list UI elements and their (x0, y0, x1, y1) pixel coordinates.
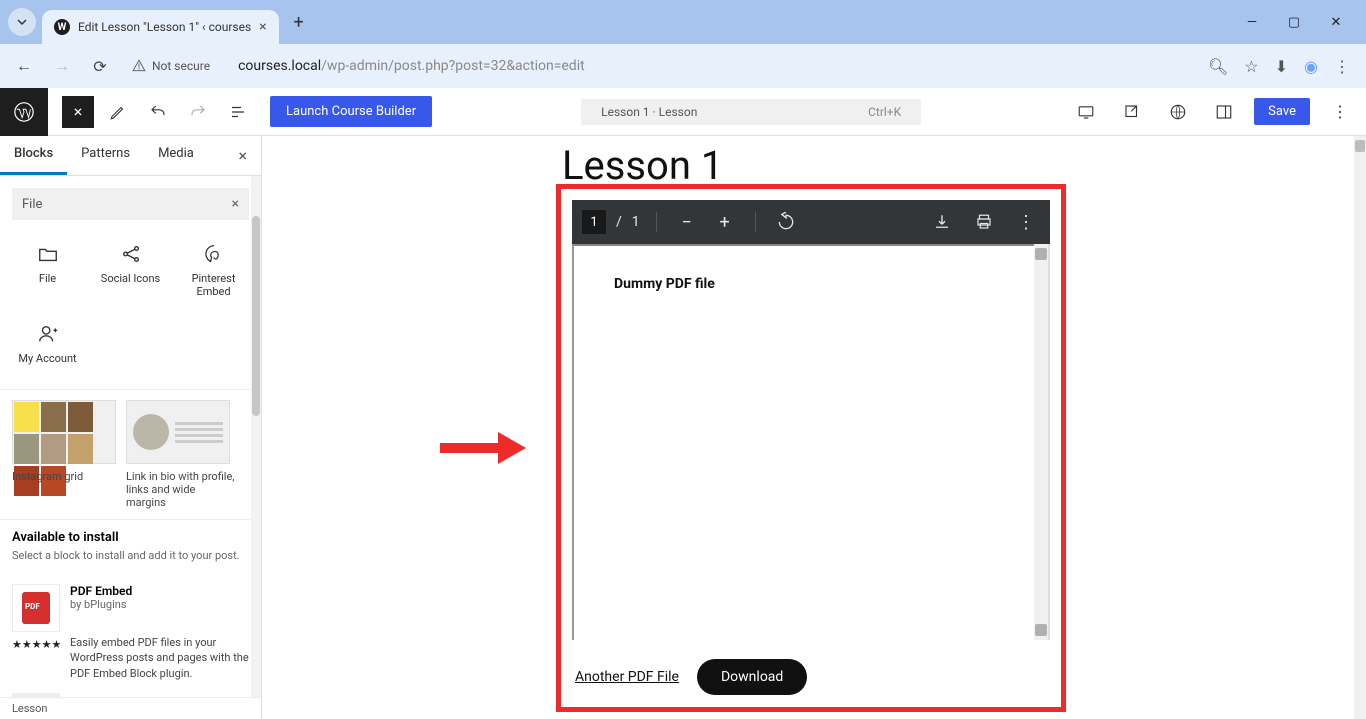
canvas-scrollbar[interactable] (1354, 136, 1366, 719)
document-overview-icon[interactable] (222, 96, 254, 128)
pattern-thumbnail (126, 400, 230, 464)
zoom-in-icon[interactable]: + (711, 208, 739, 236)
search-text: File (22, 197, 42, 212)
browser-tab-strip: W Edit Lesson "Lesson 1" ‹ courses × + —… (0, 0, 1366, 44)
wordpress-logo[interactable] (0, 88, 48, 136)
folder-icon (36, 242, 60, 266)
block-inserter-panel: Blocks Patterns Media × File × File Soci… (0, 136, 262, 719)
pattern-thumbnail (12, 400, 116, 464)
block-my-account[interactable]: My Account (8, 312, 87, 375)
editor-canvas[interactable]: Lesson 1 / 1 − + (262, 136, 1366, 719)
pdf-icon (12, 584, 60, 632)
minimize-icon[interactable]: — (1240, 15, 1264, 30)
close-panel-icon[interactable]: × (224, 136, 261, 175)
toggle-inserter-button[interactable]: × (62, 96, 94, 128)
plugin-pdf-embed[interactable]: PDF Embed by bPlugins (0, 572, 261, 638)
block-file[interactable]: File (8, 232, 87, 308)
share-icon (119, 242, 143, 266)
pdf-total-pages: 1 (632, 214, 640, 230)
post-title[interactable]: Lesson 1 (562, 142, 723, 189)
available-heading: Available to install (12, 530, 249, 545)
security-label: Not secure (152, 59, 210, 73)
pinterest-icon (202, 242, 226, 266)
pdf-toolbar: / 1 − + (572, 200, 1050, 244)
block-pinterest-embed[interactable]: Pinterest Embed (174, 232, 253, 308)
inserter-scrollbar[interactable] (251, 176, 261, 697)
download-button[interactable]: Download (697, 659, 807, 695)
plugin-author: by bPlugins (70, 598, 132, 611)
page-separator: / (616, 214, 622, 230)
plugin-thumbnail (12, 693, 60, 697)
warning-icon (132, 59, 146, 73)
keyboard-shortcut: Ctrl+K (868, 105, 901, 119)
tabs-dropdown-button[interactable] (8, 8, 36, 36)
url-input[interactable]: courses.local/wp-admin/post.php?post=32&… (228, 52, 1198, 80)
tab-blocks[interactable]: Blocks (0, 136, 67, 175)
plugin-name: PDF Embed (70, 584, 132, 598)
pattern-instagram-grid[interactable]: Instagram grid (12, 400, 116, 509)
close-tab-icon[interactable]: × (259, 19, 266, 35)
downloads-icon[interactable]: ⬇ (1275, 57, 1288, 76)
document-title-text: Lesson 1 · Lesson (601, 105, 697, 119)
pdf-page-content: Dummy PDF file (574, 244, 1034, 640)
reload-button[interactable]: ⟳ (86, 52, 114, 80)
launch-course-builder-button[interactable]: Launch Course Builder (270, 96, 432, 127)
maximize-icon[interactable]: ▢ (1282, 15, 1306, 30)
plugin-simple-blog-card[interactable]: Simple Blog Card (0, 689, 261, 697)
file-block-selection[interactable]: / 1 − + (556, 184, 1066, 712)
browser-menu-icon[interactable]: ⋮ (1334, 57, 1350, 76)
available-subtext: Select a block to install and add it to … (12, 549, 249, 562)
browser-tab[interactable]: W Edit Lesson "Lesson 1" ‹ courses × (42, 10, 279, 44)
rotate-icon[interactable] (772, 208, 800, 236)
tab-media[interactable]: Media (144, 136, 208, 175)
forward-button[interactable]: → (48, 52, 76, 80)
account-icon (36, 322, 60, 346)
pattern-link-in-bio[interactable]: Link in bio with profile, links and wide… (126, 400, 236, 509)
globe-icon[interactable] (1162, 96, 1194, 128)
bookmark-icon[interactable]: ☆ (1244, 57, 1258, 76)
preview-icon[interactable] (1116, 96, 1148, 128)
block-search-input[interactable]: File × (12, 188, 249, 220)
print-icon[interactable] (970, 208, 998, 236)
sidebar-toggle-icon[interactable] (1208, 96, 1240, 128)
editor-toolbar: × Launch Course Builder Lesson 1 · Lesso… (0, 88, 1366, 136)
block-social-icons[interactable]: Social Icons (91, 232, 170, 308)
zoom-out-icon[interactable]: − (673, 208, 701, 236)
download-pdf-icon[interactable] (928, 208, 956, 236)
edit-tool-icon[interactable] (102, 96, 134, 128)
pdf-more-icon[interactable]: ⋮ (1012, 208, 1040, 236)
pdf-page-input[interactable] (582, 210, 606, 234)
options-menu-icon[interactable]: ⋮ (1324, 96, 1356, 128)
extension-icon[interactable]: ◉ (1304, 57, 1318, 76)
file-name-link[interactable]: Another PDF File (575, 669, 679, 685)
tab-patterns[interactable]: Patterns (67, 136, 144, 175)
pdf-text: Dummy PDF file (614, 276, 994, 292)
view-icon[interactable] (1070, 96, 1102, 128)
zoom-icon[interactable]: 🔍︎ (1208, 57, 1228, 76)
document-title-bar[interactable]: Lesson 1 · Lesson Ctrl+K (581, 99, 921, 125)
back-button[interactable]: ← (10, 52, 38, 80)
wordpress-favicon: W (54, 19, 70, 35)
save-button[interactable]: Save (1254, 98, 1310, 125)
footer-context-label: Lesson (0, 697, 261, 719)
clear-search-icon[interactable]: × (232, 196, 239, 212)
pdf-scrollbar[interactable] (1034, 244, 1048, 640)
undo-button[interactable] (142, 96, 174, 128)
tab-title: Edit Lesson "Lesson 1" ‹ courses (78, 20, 251, 34)
new-tab-button[interactable]: + (285, 8, 313, 36)
address-bar: ← → ⟳ Not secure courses.local/wp-admin/… (0, 44, 1366, 88)
annotation-arrow-icon (438, 430, 526, 466)
security-chip[interactable]: Not secure (124, 59, 218, 73)
close-window-icon[interactable]: ✕ (1324, 15, 1348, 30)
redo-button[interactable] (182, 96, 214, 128)
